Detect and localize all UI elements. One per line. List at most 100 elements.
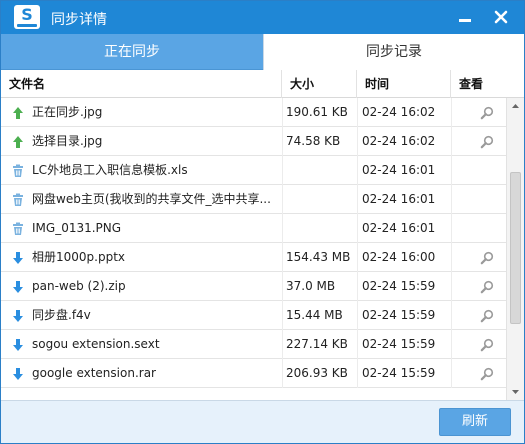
file-size-cell: 15.44 MB <box>286 308 343 322</box>
column-divider <box>282 214 283 243</box>
file-name-cell: pan-web (2).zip <box>32 279 126 293</box>
column-header-time[interactable]: 时间 <box>357 70 451 98</box>
column-divider <box>357 301 358 330</box>
upload-arrow-icon <box>11 106 25 120</box>
table-row[interactable]: google extension.rar 206.93 KB 02-24 15:59 <box>1 359 506 388</box>
column-header-view[interactable]: 查看 <box>451 70 506 98</box>
table-header: 文件名 大小 时间 查看 <box>1 70 524 98</box>
table-row[interactable]: LC外地员工入职信息模板.xls 02-24 16:01 <box>1 156 506 185</box>
table-row[interactable]: 选择目录.jpg 74.58 KB 02-24 16:02 <box>1 127 506 156</box>
sync-time-cell: 02-24 15:59 <box>362 366 436 380</box>
column-divider <box>357 127 358 156</box>
vertical-scrollbar[interactable] <box>506 98 524 400</box>
column-divider <box>282 359 283 388</box>
table-row[interactable]: pan-web (2).zip 37.0 MB 02-24 15:59 <box>1 272 506 301</box>
file-size-cell <box>286 185 356 214</box>
download-arrow-icon <box>11 309 25 323</box>
tab-bar: 正在同步 同步记录 <box>1 34 524 70</box>
download-arrow-icon <box>11 338 25 352</box>
table-row[interactable]: sogou extension.sext 227.14 KB 02-24 15:59 <box>1 330 506 359</box>
file-size-cell: 37.0 MB <box>286 279 336 293</box>
refresh-button[interactable]: 刷新 <box>439 408 511 436</box>
column-divider <box>357 243 358 272</box>
file-name-cell: 相册1000p.pptx <box>32 250 126 264</box>
sync-time-cell: 02-24 16:01 <box>362 192 436 206</box>
file-size-cell: 206.93 KB <box>286 366 348 380</box>
sync-time-cell: 02-24 15:59 <box>362 308 436 322</box>
magnifier-icon[interactable] <box>480 338 494 352</box>
column-header-filename[interactable]: 文件名 <box>1 70 282 98</box>
close-icon <box>494 10 508 24</box>
table-row[interactable]: IMG_0131.PNG 02-24 16:01 <box>1 214 506 243</box>
column-divider <box>357 214 358 243</box>
column-divider <box>282 301 283 330</box>
file-name-cell: 正在同步.jpg <box>32 105 103 119</box>
minimize-icon <box>459 19 471 22</box>
magnifier-icon[interactable] <box>480 135 494 149</box>
column-divider <box>451 127 452 156</box>
file-name-cell: IMG_0131.PNG <box>32 221 122 235</box>
file-size-cell: 74.58 KB <box>286 134 341 148</box>
magnifier-icon[interactable] <box>480 367 494 381</box>
column-divider <box>282 272 283 301</box>
file-name-cell: 网盘web主页(我收到的共享文件_选中共享... <box>32 192 271 206</box>
column-divider <box>357 156 358 185</box>
sync-time-cell: 02-24 16:02 <box>362 105 436 119</box>
column-divider <box>451 272 452 301</box>
column-divider <box>357 272 358 301</box>
app-logo-icon: S <box>14 5 40 29</box>
column-divider <box>282 156 283 185</box>
table-row[interactable]: 网盘web主页(我收到的共享文件_选中共享... 02-24 16:01 <box>1 185 506 214</box>
minimize-button[interactable] <box>455 7 475 27</box>
footer-bar: 刷新 <box>1 400 524 443</box>
column-divider <box>451 98 452 127</box>
trash-icon <box>11 164 25 178</box>
column-divider <box>451 156 452 185</box>
file-size-cell <box>286 156 356 185</box>
sync-time-cell: 02-24 16:01 <box>362 221 436 235</box>
file-name-cell: google extension.rar <box>32 366 156 380</box>
column-divider <box>282 243 283 272</box>
column-divider <box>357 359 358 388</box>
magnifier-icon[interactable] <box>480 280 494 294</box>
scrollbar-thumb[interactable] <box>510 172 521 324</box>
magnifier-icon[interactable] <box>480 106 494 120</box>
column-divider <box>282 127 283 156</box>
column-divider <box>451 359 452 388</box>
column-divider <box>357 185 358 214</box>
file-size-cell: 227.14 KB <box>286 337 348 351</box>
sync-time-cell: 02-24 16:02 <box>362 134 436 148</box>
column-divider <box>451 214 452 243</box>
column-divider <box>451 330 452 359</box>
title-bar[interactable]: S 同步详情 <box>1 1 524 34</box>
sync-time-cell: 02-24 15:59 <box>362 337 436 351</box>
magnifier-icon[interactable] <box>480 309 494 323</box>
column-divider <box>451 243 452 272</box>
column-divider <box>357 98 358 127</box>
scroll-down-button[interactable] <box>507 384 524 400</box>
tab-sync-records[interactable]: 同步记录 <box>263 34 524 70</box>
scroll-up-arrow-icon <box>512 104 519 108</box>
sync-time-cell: 02-24 16:00 <box>362 250 436 264</box>
download-arrow-icon <box>11 367 25 381</box>
download-arrow-icon <box>11 280 25 294</box>
table-row[interactable]: 相册1000p.pptx 154.43 MB 02-24 16:00 <box>1 243 506 272</box>
scroll-down-arrow-icon <box>512 390 519 394</box>
trash-icon <box>11 193 25 207</box>
file-size-cell: 154.43 MB <box>286 250 351 264</box>
tab-syncing[interactable]: 正在同步 <box>1 34 263 70</box>
column-divider <box>282 98 283 127</box>
column-divider <box>451 185 452 214</box>
column-header-size[interactable]: 大小 <box>282 70 357 98</box>
sync-time-cell: 02-24 16:01 <box>362 163 436 177</box>
column-divider <box>451 301 452 330</box>
file-name-cell: 选择目录.jpg <box>32 134 103 148</box>
sync-time-cell: 02-24 15:59 <box>362 279 436 293</box>
magnifier-icon[interactable] <box>480 251 494 265</box>
trash-icon <box>11 222 25 236</box>
scroll-up-button[interactable] <box>507 98 524 114</box>
table-row[interactable]: 正在同步.jpg 190.61 KB 02-24 16:02 <box>1 98 506 127</box>
table-row[interactable]: 同步盘.f4v 15.44 MB 02-24 15:59 <box>1 301 506 330</box>
close-button[interactable] <box>491 7 511 27</box>
download-arrow-icon <box>11 251 25 265</box>
